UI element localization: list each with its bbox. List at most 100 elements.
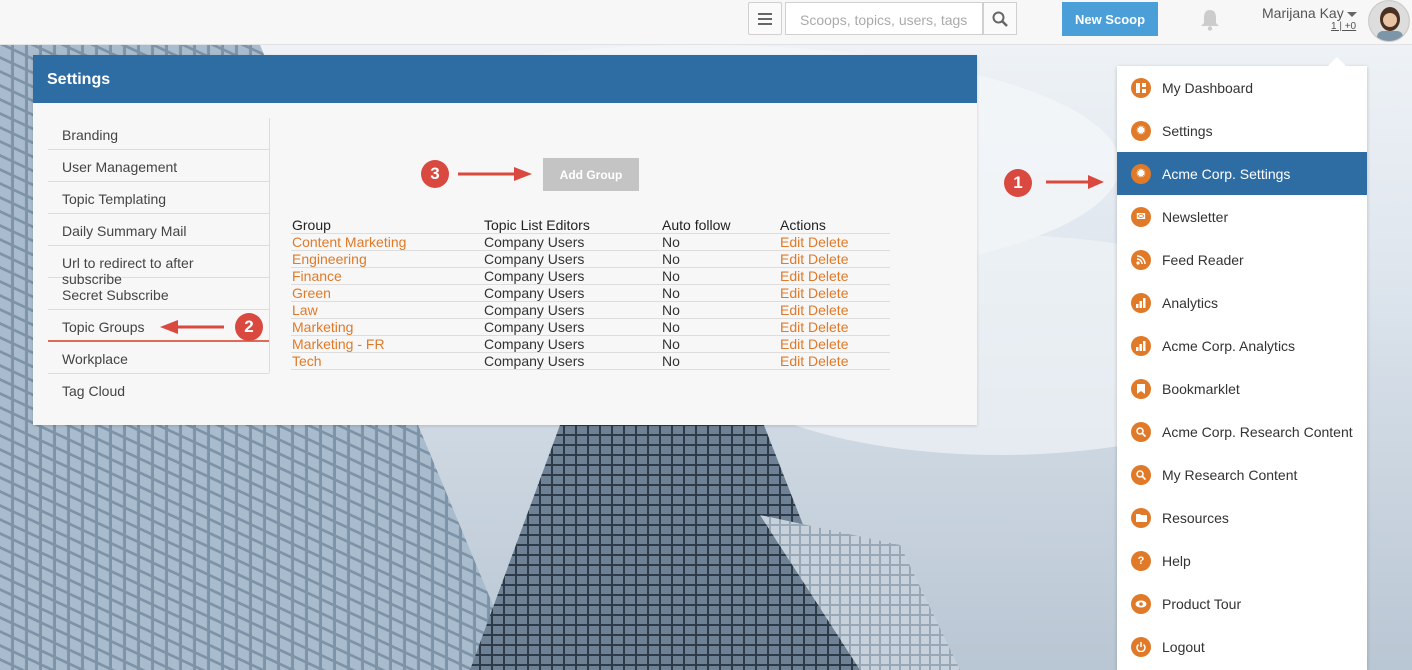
editors-cell: Company Users [483, 352, 661, 370]
table-row: Green Company Users No Edit Delete [291, 284, 890, 302]
menu-item-label: Acme Corp. Analytics [1162, 337, 1296, 354]
edit-link[interactable]: Edit [780, 336, 804, 352]
editors-cell: Company Users [483, 267, 661, 285]
actions-cell: Edit Delete [779, 318, 890, 336]
menu-item-my-research[interactable]: My Research Content [1117, 453, 1367, 496]
bar-chart-icon [1131, 335, 1151, 356]
sidebar-item-tag-cloud[interactable]: Tag Cloud [48, 374, 269, 406]
menu-item-label: My Research Content [1162, 466, 1298, 483]
menu-item-acme-research[interactable]: Acme Corp. Research Content [1117, 410, 1367, 453]
groups-table: Group Topic List Editors Auto follow Act… [291, 217, 890, 370]
menu-item-settings[interactable]: ✹ Settings [1117, 109, 1367, 152]
column-header-auto-follow: Auto follow [661, 217, 779, 234]
menu-item-label: My Dashboard [1162, 79, 1254, 96]
avatar-image [1369, 1, 1409, 41]
group-link[interactable]: Finance [291, 267, 483, 285]
auto-follow-cell: No [661, 335, 779, 353]
menu-item-product-tour[interactable]: Product Tour [1117, 582, 1367, 625]
user-counts[interactable]: 1 | +0 [1331, 21, 1356, 32]
chevron-down-icon[interactable] [1347, 12, 1357, 17]
actions-cell: Edit Delete [779, 267, 890, 285]
menu-item-newsletter[interactable]: ✉ Newsletter [1117, 195, 1367, 238]
menu-item-label: Logout [1162, 638, 1205, 655]
sidebar-item-url-redirect[interactable]: Url to redirect to after subscribe [48, 246, 269, 287]
search-icon [1131, 464, 1151, 485]
edit-link[interactable]: Edit [780, 302, 804, 318]
column-header-editors: Topic List Editors [483, 217, 661, 234]
settings-panel: Settings Branding User Management Topic … [33, 55, 977, 425]
table-row: Finance Company Users No Edit Delete [291, 267, 890, 285]
sidebar-item-workplace[interactable]: Workplace [48, 342, 269, 374]
auto-follow-cell: No [661, 267, 779, 285]
bookmark-icon [1131, 378, 1151, 399]
menu-item-my-dashboard[interactable]: My Dashboard [1117, 66, 1367, 109]
user-name[interactable]: Marijana Kay [1262, 5, 1344, 21]
edit-link[interactable]: Edit [780, 353, 804, 369]
edit-link[interactable]: Edit [780, 234, 804, 250]
bell-icon[interactable] [1198, 8, 1222, 32]
menu-item-label: Acme Corp. Research Content [1162, 423, 1353, 440]
avatar[interactable] [1368, 0, 1410, 42]
eye-icon [1131, 593, 1151, 614]
auto-follow-cell: No [661, 284, 779, 302]
sidebar-item-branding[interactable]: Branding [48, 118, 269, 150]
menu-item-label: Product Tour [1162, 595, 1242, 612]
sidebar-item-daily-summary-mail[interactable]: Daily Summary Mail [48, 214, 269, 246]
gear-icon: ✹ [1131, 163, 1151, 184]
group-link[interactable]: Law [291, 301, 483, 319]
delete-link[interactable]: Delete [808, 336, 848, 352]
question-icon: ? [1131, 550, 1151, 571]
folder-icon [1131, 507, 1151, 528]
edit-link[interactable]: Edit [780, 268, 804, 284]
auto-follow-cell: No [661, 233, 779, 251]
new-scoop-button[interactable]: New Scoop [1062, 2, 1158, 36]
menu-item-analytics[interactable]: Analytics [1117, 281, 1367, 324]
actions-cell: Edit Delete [779, 335, 890, 353]
top-bar: Scoops, topics, users, tags New Scoop Ma… [0, 0, 1412, 45]
delete-link[interactable]: Delete [808, 285, 848, 301]
menu-button[interactable] [748, 2, 782, 35]
search-button[interactable] [983, 2, 1017, 35]
menu-item-feed-reader[interactable]: Feed Reader [1117, 238, 1367, 281]
annotation-arrow-1 [1046, 175, 1104, 189]
gear-icon: ✹ [1131, 120, 1151, 141]
group-link[interactable]: Tech [291, 352, 483, 370]
group-link[interactable]: Marketing [291, 318, 483, 336]
delete-link[interactable]: Delete [808, 353, 848, 369]
search-icon [992, 11, 1008, 27]
annotation-badge-1: 1 [1004, 169, 1032, 197]
column-header-actions: Actions [779, 217, 890, 234]
menu-item-acme-settings[interactable]: ✹ Acme Corp. Settings [1117, 152, 1367, 195]
group-link[interactable]: Green [291, 284, 483, 302]
menu-item-acme-analytics[interactable]: Acme Corp. Analytics [1117, 324, 1367, 367]
sidebar-item-topic-templating[interactable]: Topic Templating [48, 182, 269, 214]
edit-link[interactable]: Edit [780, 285, 804, 301]
menu-item-resources[interactable]: Resources [1117, 496, 1367, 539]
group-link[interactable]: Marketing - FR [291, 335, 483, 353]
table-header: Group Topic List Editors Auto follow Act… [291, 217, 890, 234]
group-link[interactable]: Engineering [291, 250, 483, 268]
group-link[interactable]: Content Marketing [291, 233, 483, 251]
delete-link[interactable]: Delete [808, 302, 848, 318]
delete-link[interactable]: Delete [808, 268, 848, 284]
table-row: Content Marketing Company Users No Edit … [291, 233, 890, 251]
menu-item-label: Settings [1162, 122, 1213, 139]
editors-cell: Company Users [483, 318, 661, 336]
menu-item-bookmarklet[interactable]: Bookmarklet [1117, 367, 1367, 410]
actions-cell: Edit Delete [779, 233, 890, 251]
edit-link[interactable]: Edit [780, 251, 804, 267]
delete-link[interactable]: Delete [808, 319, 848, 335]
menu-item-logout[interactable]: Logout [1117, 625, 1367, 668]
menu-item-label: Bookmarklet [1162, 380, 1240, 397]
sidebar-item-user-management[interactable]: User Management [48, 150, 269, 182]
delete-link[interactable]: Delete [808, 234, 848, 250]
delete-link[interactable]: Delete [808, 251, 848, 267]
table-row: Marketing - FR Company Users No Edit Del… [291, 335, 890, 353]
column-header-group: Group [291, 217, 483, 234]
user-dropdown-menu: My Dashboard ✹ Settings ✹ Acme Corp. Setti… [1117, 57, 1367, 670]
search-input[interactable]: Scoops, topics, users, tags [785, 2, 983, 35]
edit-link[interactable]: Edit [780, 319, 804, 335]
table-row: Tech Company Users No Edit Delete [291, 352, 890, 370]
menu-item-help[interactable]: ? Help [1117, 539, 1367, 582]
add-group-button[interactable]: Add Group [543, 158, 639, 191]
